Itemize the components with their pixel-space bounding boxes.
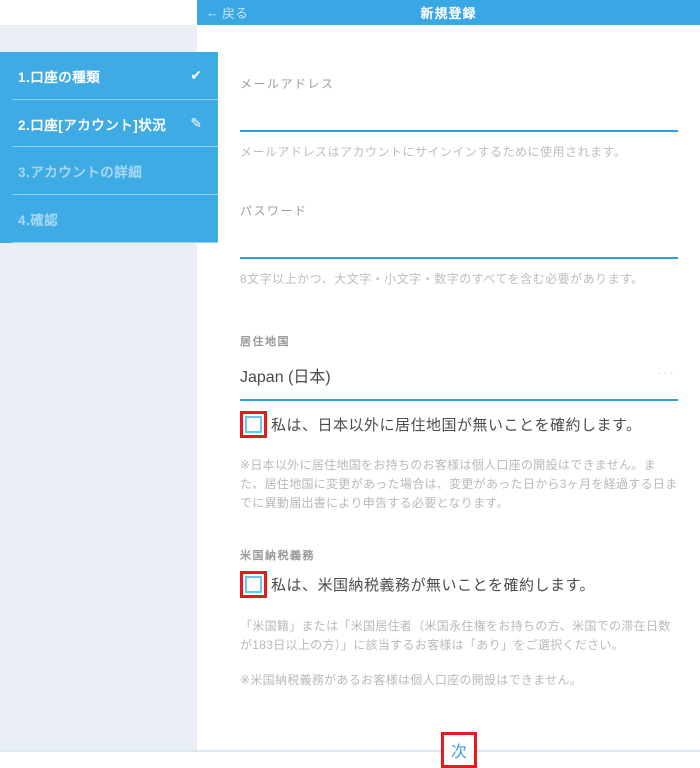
sidebar-item-step4[interactable]: 4.確認 [0,195,218,243]
annotation-red-box: 次 [440,731,477,768]
step3-label: 3.アカウントの詳細 [18,165,143,181]
email-field[interactable] [240,92,678,132]
step1-label: 1.口座の種類 [18,69,101,85]
us-tax-label: 米国納税義務 [240,549,315,562]
check-icon: ✔ [190,67,202,84]
us-tax-confirm-label: 私は、米国納税義務が無いことを確約します。 [271,576,596,594]
step2-label: 2.口座[アカウント]状況 [18,117,167,133]
step4-label: 4.確認 [18,212,59,228]
step-navigation: 1.口座の種類 ✔ 2.口座[アカウント]状況 ✎ 3.アカウントの詳細 4.確… [0,52,218,243]
password-helper-text: 8文字以上かつ、大文字・小文字・数字のすべてを含む必要があります。 [240,272,644,287]
password-field[interactable] [240,219,678,260]
residence-note-text: ※日本以外に居住地国をお持ちのお客様は個人口座の開設はできません。また、居住地国… [240,457,678,510]
us-tax-note2-text: ※米国納税義務があるお客様は個人口座の開設はできません。 [240,672,583,687]
us-tax-confirm-checkbox[interactable] [245,575,262,593]
left-rail-top-strip [0,0,197,25]
registration-page: ← 戻る 新規登録 1.口座の種類 ✔ 2.口座[アカウント]状況 ✎ 3.アカウ… [0,0,700,768]
residence-confirm-row: 私は、日本以外に居住地国が無いことを確約します。 [240,410,678,438]
residence-country-select[interactable]: Japan (日本) ··· [240,349,678,401]
sidebar-item-step3[interactable]: 3.アカウントの詳細 [0,147,218,195]
sidebar-item-step1[interactable]: 1.口座の種類 ✔ [0,52,218,100]
page-title: 新規登録 [420,6,477,21]
annotation-red-box [240,410,267,438]
registration-form: メールアドレス メールアドレスはアカウントにサインインするために使用されます。 … [240,25,678,768]
email-label: メールアドレス [240,77,335,91]
header-bar: ← 戻る 新規登録 [197,0,700,25]
residence-country-label: 居住地国 [240,335,290,348]
ellipsis-menu-icon[interactable]: ··· [657,365,676,380]
us-tax-confirm-row: 私は、米国納税義務が無いことを確約します。 [240,570,678,598]
residence-confirm-checkbox[interactable] [245,415,262,433]
sidebar-item-step2[interactable]: 2.口座[アカウント]状況 ✎ [0,100,218,148]
password-label: パスワード [240,204,308,219]
pencil-icon: ✎ [190,115,202,132]
next-button[interactable]: 次 [451,738,467,762]
residence-confirm-label: 私は、日本以外に居住地国が無いことを確約します。 [271,416,642,434]
us-tax-note1-text: 「米国籍」または「米国居住者（米国永住権をお持ちの方、米国での滞在日数が183日… [240,618,671,652]
email-helper-text: メールアドレスはアカウントにサインインするために使用されます。 [240,145,627,159]
annotation-red-box [240,570,267,598]
next-button-area: 次 [240,731,678,768]
residence-country-value: Japan (日本) [240,368,331,386]
